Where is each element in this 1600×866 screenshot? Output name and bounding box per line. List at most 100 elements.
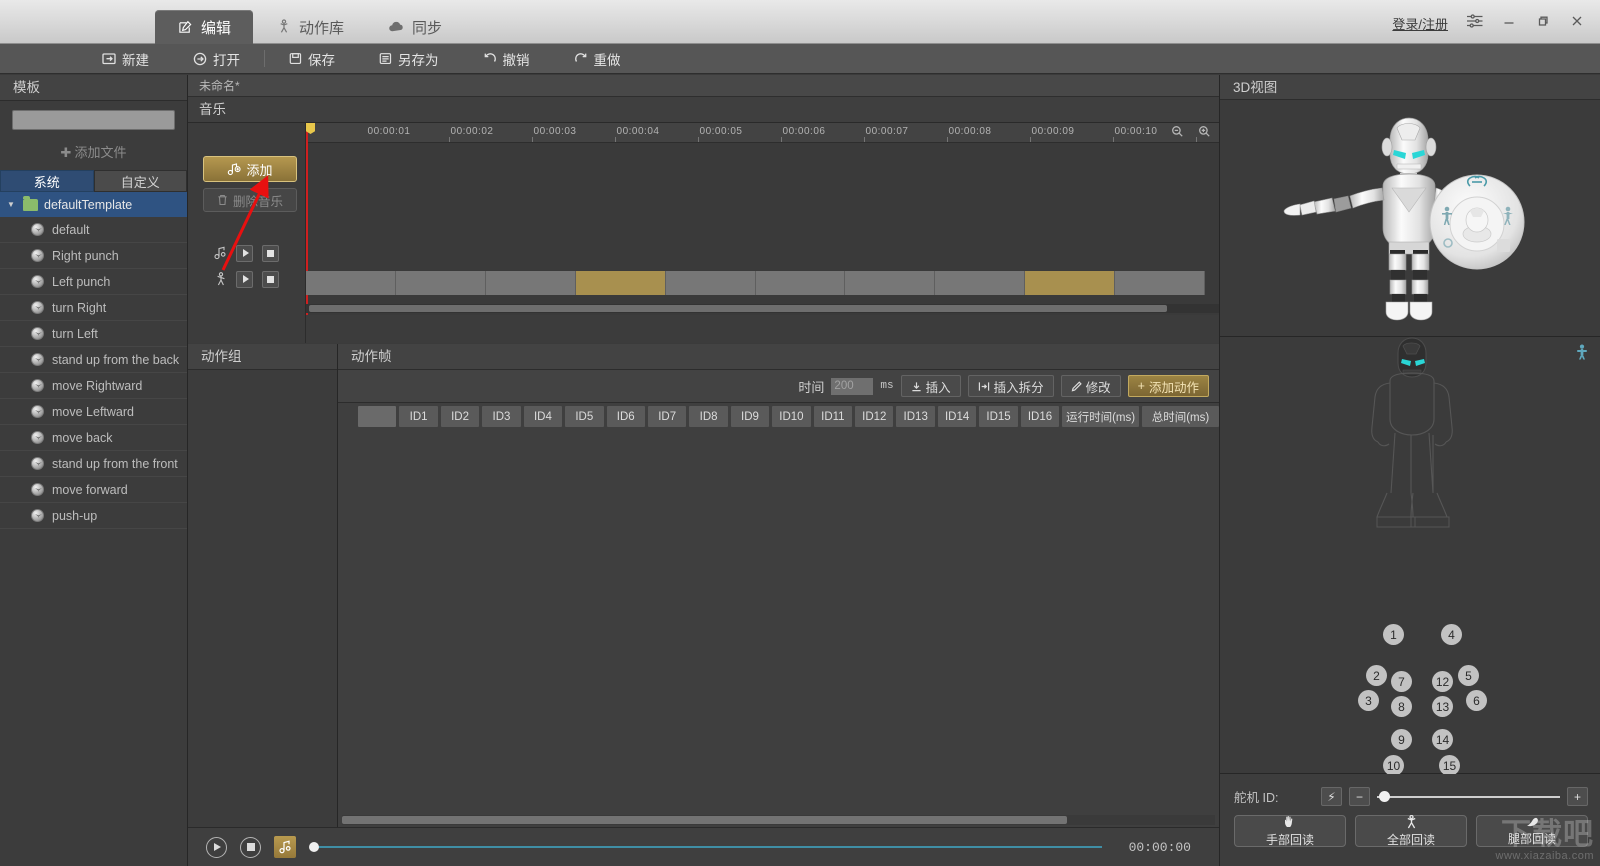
scrollbar-thumb[interactable]	[309, 305, 1168, 312]
hand-readback-button[interactable]: 手部回读	[1234, 815, 1346, 847]
servo-joint-2[interactable]: 2	[1366, 665, 1387, 686]
decrease-button[interactable]: −	[1349, 787, 1370, 806]
music-stop-button[interactable]	[262, 244, 279, 262]
servo-joint-13[interactable]: 13	[1432, 696, 1453, 717]
grid-hscrollbar[interactable]	[342, 815, 1215, 825]
open-button[interactable]: 打开	[171, 44, 262, 74]
maximize-icon[interactable]	[1528, 8, 1558, 34]
music-segment[interactable]	[396, 271, 486, 295]
servo-joint-10[interactable]: 10	[1383, 755, 1404, 776]
add-action-button[interactable]: + 添加动作	[1127, 375, 1209, 397]
music-segment[interactable]	[306, 271, 396, 295]
column-header-id8[interactable]: ID8	[689, 406, 728, 427]
global-play-button[interactable]	[206, 836, 227, 858]
template-list-item[interactable]: turn Left	[0, 321, 187, 347]
time-input[interactable]	[831, 377, 874, 395]
delete-music-button[interactable]: 删除音乐	[203, 188, 297, 212]
action-play-button[interactable]	[236, 270, 253, 288]
template-list-item[interactable]: move forward	[0, 477, 187, 503]
template-list-item[interactable]: Right punch	[0, 243, 187, 269]
music-segment[interactable]	[935, 271, 1026, 295]
music-segment[interactable]	[756, 271, 846, 295]
music-segment[interactable]	[575, 271, 666, 295]
timeline-ruler[interactable]: 00:00:01 00:00:02 00:00:03 00:00:04 00:00:05…	[306, 123, 1219, 143]
column-header-id14[interactable]: ID14	[937, 406, 977, 427]
search-box[interactable]	[12, 110, 177, 130]
zoom-in-icon[interactable]	[1198, 125, 1211, 138]
template-list-item[interactable]: stand up from the back	[0, 347, 187, 373]
search-input[interactable]	[18, 113, 177, 127]
insert-split-button[interactable]: 插入拆分	[967, 375, 1054, 397]
select-all-column-header[interactable]	[358, 406, 397, 427]
leg-readback-button[interactable]: 腿部回读	[1476, 815, 1588, 847]
music-segment-strip[interactable]	[306, 271, 1206, 295]
servo-joint-14[interactable]: 14	[1432, 729, 1453, 750]
servo-joint-8[interactable]: 8	[1391, 696, 1412, 717]
column-header-id6[interactable]: ID6	[606, 406, 645, 427]
template-list-item[interactable]: Left punch	[0, 269, 187, 295]
music-play-button[interactable]	[236, 244, 253, 262]
full-readback-button[interactable]: 全部回读	[1355, 814, 1467, 847]
music-segment[interactable]	[845, 271, 936, 295]
column-header-id2[interactable]: ID2	[440, 406, 480, 427]
login-register-link[interactable]: 登录/注册	[1392, 14, 1448, 33]
increase-button[interactable]: +	[1567, 787, 1588, 806]
music-segment[interactable]	[666, 271, 756, 295]
settings-sliders-icon[interactable]	[1460, 8, 1490, 34]
music-segment[interactable]	[1025, 271, 1116, 295]
servo-joint-1[interactable]: 1	[1383, 624, 1404, 645]
servo-joint-6[interactable]: 6	[1466, 690, 1487, 711]
global-stop-button[interactable]	[240, 836, 261, 858]
redo-button[interactable]: 重做	[552, 44, 643, 74]
column-header-time[interactable]: 总时间(ms)	[1142, 406, 1219, 427]
template-list-item[interactable]: default	[0, 217, 187, 243]
segtab-system[interactable]: 系统	[0, 170, 94, 192]
servo-joint-5[interactable]: 5	[1458, 665, 1479, 686]
robot-3d-model[interactable]	[1220, 100, 1600, 336]
robot-3d-stage[interactable]	[1220, 100, 1600, 336]
template-list-item[interactable]: move Rightward	[0, 373, 187, 399]
lightning-icon[interactable]: ⚡	[1321, 787, 1342, 806]
column-header-id10[interactable]: ID10	[772, 406, 811, 427]
column-header-id12[interactable]: ID12	[855, 406, 894, 427]
zoom-out-icon[interactable]	[1171, 125, 1184, 138]
tab-edit[interactable]: 编辑	[155, 10, 254, 44]
music-track-area[interactable]	[306, 123, 1219, 315]
progress-handle[interactable]	[309, 842, 319, 852]
column-header-id13[interactable]: ID13	[896, 406, 935, 427]
grid-scrollbar-thumb[interactable]	[342, 816, 1067, 824]
servo-joint-9[interactable]: 9	[1391, 729, 1412, 750]
segtab-custom[interactable]: 自定义	[93, 170, 187, 192]
column-header-id4[interactable]: ID4	[523, 406, 563, 427]
servo-slider[interactable]	[1377, 790, 1560, 804]
save-as-button[interactable]: 另存为	[357, 44, 461, 74]
servo-joint-12[interactable]: 12	[1432, 671, 1453, 692]
add-file-button[interactable]: ✚ 添加文件	[0, 136, 187, 170]
template-list-item[interactable]: turn Right	[0, 295, 187, 321]
playback-progress-slider[interactable]	[309, 839, 1102, 855]
action-frame-grid[interactable]	[338, 427, 1219, 815]
save-button[interactable]: 保存	[267, 44, 357, 74]
column-header-id1[interactable]: ID1	[399, 406, 438, 427]
music-segment[interactable]	[1115, 271, 1206, 295]
music-segment[interactable]	[486, 271, 576, 295]
undo-button[interactable]: 撤销	[461, 44, 552, 74]
column-header-id9[interactable]: ID9	[730, 406, 770, 427]
servo-joint-3[interactable]: 3	[1358, 690, 1379, 711]
tab-sync[interactable]: 同步	[366, 10, 464, 44]
insert-button[interactable]: 插入	[900, 375, 961, 397]
tab-action-library[interactable]: 动作库	[253, 10, 366, 44]
template-list-item[interactable]: move back	[0, 425, 187, 451]
timeline-hscrollbar[interactable]	[306, 304, 1219, 313]
template-list-item[interactable]: move Leftward	[0, 399, 187, 425]
column-header-time[interactable]: 运行时间(ms)	[1062, 406, 1140, 427]
slider-knob[interactable]	[1379, 791, 1390, 802]
servo-joint-15[interactable]: 15	[1439, 755, 1460, 776]
action-stop-button[interactable]	[262, 270, 279, 288]
column-header-id11[interactable]: ID11	[813, 406, 853, 427]
add-music-button[interactable]: 添加	[203, 156, 297, 182]
column-header-id5[interactable]: ID5	[565, 406, 604, 427]
minimize-icon[interactable]	[1494, 8, 1524, 34]
new-button[interactable]: 新建	[80, 44, 171, 74]
close-icon[interactable]	[1562, 8, 1592, 34]
